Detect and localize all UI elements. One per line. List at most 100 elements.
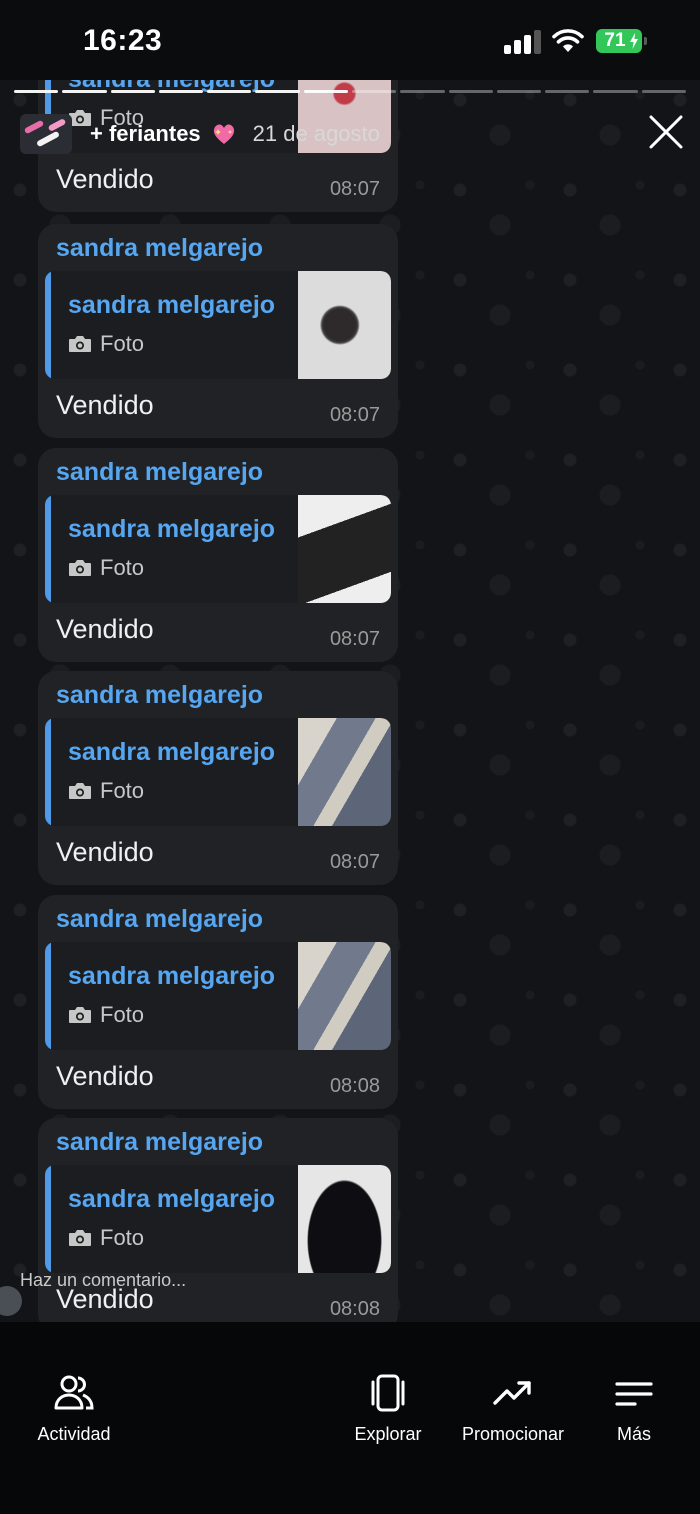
message-text: Vendido [56, 614, 154, 644]
photo-thumbnail[interactable] [298, 495, 391, 603]
message-bubble[interactable]: sandra melgarejosandra melgarejoFotoVend… [38, 1118, 398, 1322]
story-group-name[interactable]: + feriantes [90, 121, 201, 147]
group-avatar[interactable] [20, 114, 72, 154]
progress-segment [641, 90, 686, 93]
photo-thumbnail[interactable] [298, 1165, 391, 1273]
quote-bar [45, 718, 51, 826]
nav-explorar[interactable]: Explorar [318, 1372, 458, 1445]
message-time: 08:07 [329, 404, 380, 426]
battery-icon: 71 [596, 29, 647, 53]
progress-segment [303, 90, 348, 93]
story-header: + feriantes 21 de agosto [20, 114, 380, 154]
nav-label-actividad: Actividad [37, 1424, 111, 1444]
message-sender[interactable]: sandra melgarejo [56, 1128, 263, 1157]
photo-thumbnail[interactable] [298, 942, 391, 1050]
quote-bar [45, 1165, 51, 1273]
message-bubble[interactable]: sandra melgarejo sandra melgarejo Foto Vend… [38, 671, 398, 885]
quoted-media-label: Foto [100, 1002, 145, 1027]
nav-label-mas: Más [616, 1424, 651, 1444]
message-bubble[interactable]: sandra melgarejo sandra melgarejo Foto Vend… [38, 895, 398, 1109]
wifi-icon [552, 29, 584, 52]
photo-thumbnail[interactable] [298, 718, 391, 826]
bottom-nav: Actividad Explorar Promocionar Más [0, 1322, 700, 1514]
quoted-media: Foto [68, 1002, 144, 1028]
message-text: Vendido [56, 390, 154, 420]
camera-icon [69, 1007, 91, 1023]
message-text: Vendido [56, 837, 154, 867]
message-sender[interactable]: sandra melgarejo [56, 234, 263, 263]
trend-up-icon [493, 1381, 531, 1405]
quote-bar [45, 942, 51, 1050]
progress-segment [158, 90, 204, 93]
quoted-media-label: Foto [100, 331, 145, 356]
message-bubble[interactable]: sandra melgarejo sandra melgarejo Foto Vend… [38, 224, 398, 438]
nav-mas[interactable]: Más [564, 1372, 700, 1445]
message-sender[interactable]: sandra melgarejo [56, 905, 263, 934]
quoted-media-label: Foto [100, 1225, 145, 1250]
cards-icon [371, 1374, 405, 1412]
message-time: 08:07 [329, 628, 380, 650]
quoted-message[interactable]: sandra melgarejo Foto [45, 495, 391, 603]
camera-icon [69, 560, 91, 576]
camera-icon [69, 336, 91, 352]
close-icon[interactable] [648, 114, 684, 150]
quoted-sender: sandra melgarejo [68, 962, 276, 990]
comment-avatar [0, 1286, 22, 1316]
quoted-sender: sandra melgarejo [68, 515, 276, 543]
quoted-media-label: Foto [100, 555, 145, 580]
status-time: 16:23 [83, 24, 163, 57]
sparkling-heart-icon [213, 124, 234, 144]
quoted-message[interactable]: sandra melgarejo Foto [45, 942, 391, 1050]
progress-segment [351, 90, 397, 93]
quote-bar [45, 271, 51, 379]
quoted-message[interactable]: sandra melgarejo Foto [45, 718, 391, 826]
message-sender[interactable]: sandra melgarejo [56, 458, 263, 487]
progress-segment [593, 90, 638, 93]
progress-segment [545, 90, 590, 93]
progress-segment [448, 90, 493, 93]
quoted-media: Foto [68, 555, 144, 581]
nav-actividad[interactable]: Actividad [4, 1372, 144, 1445]
quoted-media: Foto [68, 331, 144, 357]
message-time: 08:08 [329, 1298, 380, 1320]
status-bar: 16:23 71 [0, 0, 700, 80]
photo-thumbnail[interactable] [298, 271, 391, 379]
story-viewer[interactable]: sandra melgarejo sandra melgarejo Foto Vend… [0, 80, 700, 1322]
progress-segment [110, 90, 155, 93]
quoted-media: Foto [68, 778, 144, 804]
message-text: Vendido [56, 1061, 154, 1091]
message-time: 08:07 [329, 178, 380, 200]
quote-bar [45, 495, 51, 603]
battery-level: 71 [604, 30, 626, 51]
message-bubble[interactable]: sandra melgarejo sandra melgarejo Foto Vend… [38, 448, 398, 662]
quoted-message[interactable]: sandra melgarejo Foto [45, 271, 391, 379]
message-sender[interactable]: sandra melgarejo [56, 681, 263, 710]
nav-promocionar[interactable]: Promocionar [443, 1372, 583, 1445]
progress-segment [14, 90, 59, 93]
progress-segment [255, 90, 300, 93]
people-icon [54, 1375, 94, 1410]
camera-icon [69, 783, 91, 799]
message-time: 08:07 [329, 851, 380, 873]
message-time: 08:08 [329, 1075, 380, 1097]
progress-segment [207, 90, 252, 93]
progress-segment [496, 90, 542, 93]
quoted-sender: sandra melgarejo [68, 291, 276, 319]
nav-label-explorar: Explorar [354, 1424, 422, 1444]
story-progress [14, 90, 686, 94]
story-date: 21 de agosto [252, 121, 380, 146]
quoted-sender: sandra melgarejo [68, 1185, 276, 1213]
message-text: Vendido [56, 164, 154, 194]
comment-input[interactable]: Haz un comentario... [20, 1270, 186, 1291]
camera-icon [69, 1230, 91, 1246]
quoted-sender: sandra melgarejo [68, 738, 276, 766]
menu-icon [615, 1382, 653, 1406]
quoted-message[interactable]: sandra melgarejo Foto [45, 1165, 391, 1273]
nav-label-promocionar: Promocionar [461, 1424, 565, 1444]
charging-bolt-icon [630, 33, 638, 49]
cellular-signal-icon [504, 30, 542, 54]
quoted-media-label: Foto [100, 778, 145, 803]
progress-segment [400, 90, 445, 93]
quoted-media: Foto [68, 1225, 144, 1251]
progress-segment [62, 90, 107, 93]
